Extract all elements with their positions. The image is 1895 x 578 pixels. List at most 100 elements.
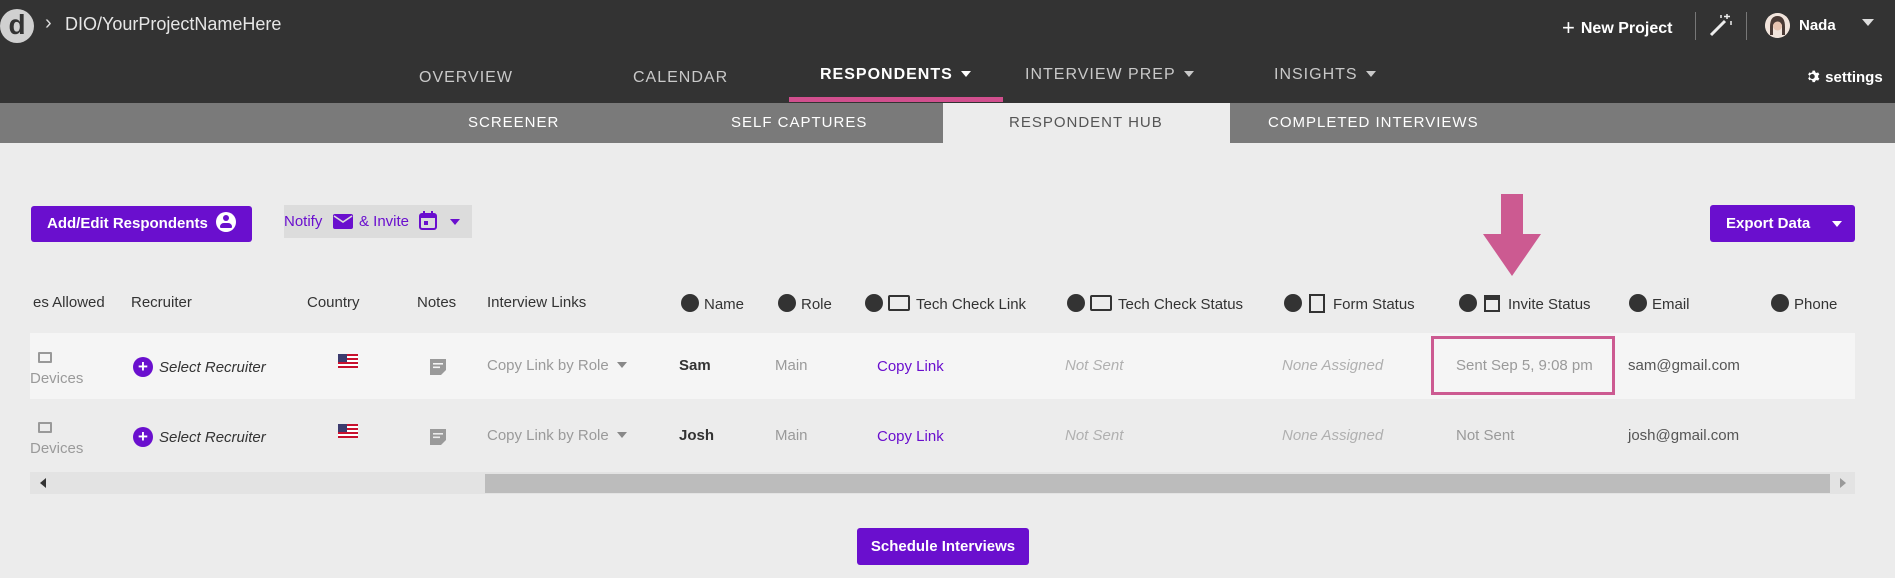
scroll-left-icon[interactable] — [40, 478, 46, 488]
us-flag-icon — [338, 424, 358, 438]
header-tech-check-status: Tech Check Status — [1067, 294, 1243, 313]
person-icon — [778, 294, 796, 312]
header-tech-check-link: Tech Check Link — [865, 294, 1026, 313]
copy-link-by-role-dropdown[interactable]: Copy Link by Role — [487, 357, 627, 374]
chevron-down-icon[interactable] — [450, 219, 460, 225]
scrollbar-thumb[interactable] — [485, 474, 1830, 493]
recruiter-label: Select Recruiter — [159, 429, 266, 446]
chevron-down-icon — [1183, 71, 1194, 77]
tab-interview-prep[interactable]: INTERVIEW PREP — [1025, 66, 1194, 84]
tab-label: CALENDAR — [633, 69, 729, 86]
devices-icon — [38, 352, 52, 363]
active-tab-indicator — [789, 97, 1003, 102]
header-label: Email — [1652, 296, 1690, 313]
tab-label: RESPONDENTS — [820, 66, 953, 83]
recruiter-label: Select Recruiter — [159, 359, 266, 376]
tab-label: OVERVIEW — [419, 69, 513, 86]
header-label: Tech Check Link — [916, 296, 1027, 313]
chevron-down-icon — [960, 71, 971, 77]
header-label: Phone — [1794, 296, 1838, 313]
monitor-icon — [1090, 295, 1112, 311]
header-label: Tech Check Status — [1118, 296, 1244, 313]
tab-label: INTERVIEW PREP — [1025, 66, 1176, 83]
divider — [1695, 12, 1696, 40]
copy-link-by-role-dropdown[interactable]: Copy Link by Role — [487, 427, 627, 444]
form-status: None Assigned — [1282, 427, 1384, 444]
notify-invite-button[interactable]: Notify & Invite — [284, 205, 472, 238]
dropdown-label: Copy Link by Role — [487, 427, 609, 444]
add-circle-icon: + — [133, 427, 153, 447]
respondent-name: Sam — [679, 357, 711, 374]
header-label: Invite Status — [1508, 296, 1591, 313]
respondent-role: Main — [775, 427, 808, 444]
tab-label: INSIGHTS — [1274, 66, 1358, 83]
header-label: Role — [801, 296, 832, 313]
avatar[interactable] — [1765, 13, 1790, 38]
tech-check-status: Not Sent — [1065, 427, 1124, 444]
header-label: Form Status — [1333, 296, 1415, 313]
us-flag-icon — [338, 354, 358, 368]
breadcrumb[interactable]: DIO/YourProjectNameHere — [65, 14, 281, 35]
envelope-icon — [333, 214, 353, 229]
new-project-button[interactable]: + New Project — [1562, 15, 1672, 41]
person-icon — [1629, 294, 1647, 312]
add-edit-respondents-button[interactable]: Add/Edit Respondents — [31, 206, 252, 242]
tech-check-status: Not Sent — [1065, 357, 1124, 374]
header-notes: Notes — [417, 294, 457, 311]
header-phone: Phone — [1771, 294, 1837, 313]
devices-icon — [38, 422, 52, 433]
chevron-down-icon — [1832, 221, 1842, 227]
header-devices: es Allowed — [33, 294, 105, 311]
subtab-label: RESPONDENT HUB — [1009, 114, 1163, 131]
devices-cell: Devices — [30, 440, 84, 457]
schedule-interviews-button[interactable]: Schedule Interviews — [857, 528, 1029, 565]
email: sam@gmail.com — [1628, 357, 1740, 374]
scroll-right-icon[interactable] — [1840, 478, 1846, 488]
select-recruiter-button[interactable]: + Select Recruiter — [133, 357, 266, 377]
sub-nav: SCREENER SELF CAPTURES RESPONDENT HUB CO… — [0, 103, 1895, 143]
header-form-status: Form Status — [1284, 294, 1415, 313]
divider — [1746, 12, 1747, 40]
respondent-name: Josh — [679, 427, 715, 444]
plus-icon: + — [1562, 15, 1575, 40]
form-icon — [1309, 294, 1325, 313]
top-bar: d › DIO/YourProjectNameHere + New Project… — [0, 0, 1895, 103]
dropdown-label: Copy Link by Role — [487, 357, 609, 374]
add-circle-icon: + — [133, 357, 153, 377]
settings-link[interactable]: settings — [1806, 69, 1883, 86]
chevron-down-icon — [616, 362, 627, 368]
header-role: Role — [778, 294, 832, 313]
header-label: Name — [704, 296, 745, 313]
header-name: Name — [681, 294, 744, 313]
subtab-screener[interactable]: SCREENER — [468, 114, 559, 131]
person-icon — [1459, 294, 1477, 312]
subtab-self-captures[interactable]: SELF CAPTURES — [731, 114, 867, 131]
invite-status-highlight — [1431, 336, 1615, 395]
notes-icon[interactable] — [429, 358, 447, 376]
notes-icon[interactable] — [429, 428, 447, 446]
header-invite-status: Invite Status — [1459, 294, 1591, 313]
export-data-button[interactable]: Export Data — [1710, 205, 1855, 242]
email: josh@gmail.com — [1628, 427, 1740, 444]
devices-cell: Devices — [30, 370, 84, 387]
logo[interactable]: d — [0, 9, 34, 43]
select-recruiter-button[interactable]: + Select Recruiter — [133, 427, 266, 447]
subtab-respondent-hub[interactable]: RESPONDENT HUB — [943, 103, 1230, 143]
tab-overview[interactable]: OVERVIEW — [419, 69, 513, 87]
subtab-completed-interviews[interactable]: COMPLETED INTERVIEWS — [1268, 114, 1479, 131]
chevron-down-icon[interactable] — [1862, 19, 1874, 26]
copy-link[interactable]: Copy Link — [877, 428, 944, 445]
gear-icon — [1808, 70, 1820, 83]
header-interview-links: Interview Links — [487, 294, 587, 311]
settings-label: settings — [1825, 69, 1883, 86]
chevron-right-icon: › — [45, 12, 52, 34]
magic-wand-icon[interactable] — [1707, 12, 1733, 38]
tab-calendar[interactable]: CALENDAR — [633, 69, 728, 87]
header-email: Email — [1629, 294, 1690, 313]
copy-link[interactable]: Copy Link — [877, 358, 944, 375]
tab-insights[interactable]: INSIGHTS — [1274, 66, 1376, 84]
person-icon — [681, 294, 699, 312]
user-name[interactable]: Nada — [1799, 17, 1836, 34]
header-recruiter: Recruiter — [131, 294, 192, 311]
tab-respondents[interactable]: RESPONDENTS — [820, 66, 971, 84]
